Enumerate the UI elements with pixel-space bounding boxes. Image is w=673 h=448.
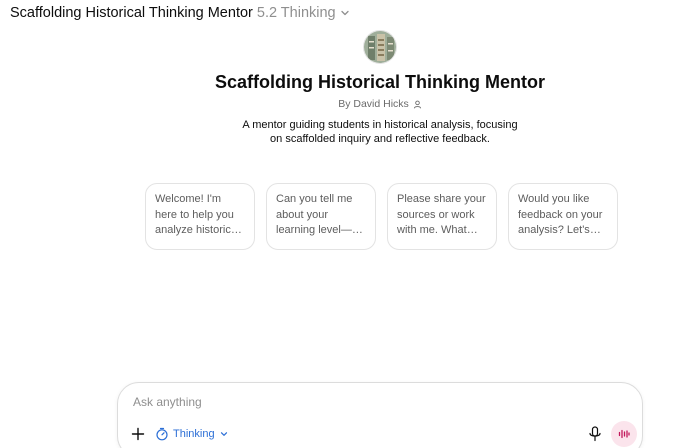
starter-text: Welcome! I'm here to help you analyze hi… bbox=[155, 193, 240, 236]
app-title: Scaffolding Historical Thinking Mentor bbox=[10, 5, 253, 21]
gpt-title: Scaffolding Historical Thinking Mentor bbox=[214, 72, 545, 92]
conversation-starters: Welcome! I'm here to help you analyze hi… bbox=[145, 183, 618, 250]
plus-icon[interactable] bbox=[130, 426, 146, 442]
message-input[interactable] bbox=[133, 395, 573, 409]
voice-waveform-icon bbox=[618, 429, 630, 439]
starter-card[interactable]: Would you like feedback on your analysis… bbox=[508, 183, 618, 250]
starter-card[interactable]: Please share your sources or work with m… bbox=[387, 183, 497, 250]
starter-text: Would you like feedback on your analysis… bbox=[518, 193, 603, 236]
chevron-down-icon bbox=[340, 10, 349, 16]
starter-card[interactable]: Welcome! I'm here to help you analyze hi… bbox=[145, 183, 255, 250]
composer: Thinking bbox=[117, 382, 643, 448]
timer-icon bbox=[156, 427, 168, 441]
author-label: By David Hicks bbox=[338, 98, 409, 110]
thinking-mode-label: Thinking bbox=[173, 428, 215, 440]
thinking-mode-button[interactable]: Thinking bbox=[155, 425, 229, 443]
voice-mode-button[interactable] bbox=[611, 421, 637, 447]
person-icon bbox=[413, 100, 421, 108]
chevron-down-icon bbox=[220, 432, 227, 436]
starter-text: Please share your sources or work with m… bbox=[397, 193, 486, 236]
gpt-author: By David Hicks bbox=[0, 98, 673, 110]
starter-card[interactable]: Can you tell me about your learning leve… bbox=[266, 183, 376, 250]
starter-text: Can you tell me about your learning leve… bbox=[276, 193, 353, 236]
gpt-avatar bbox=[363, 30, 397, 64]
model-switcher[interactable]: Scaffolding Historical Thinking Mentor 5… bbox=[10, 4, 351, 22]
microphone-icon[interactable] bbox=[588, 426, 602, 442]
gpt-avatar-image bbox=[364, 31, 396, 63]
gpt-description: A mentor guiding students in historical … bbox=[242, 119, 518, 145]
model-name: 5.2 Thinking bbox=[256, 5, 336, 21]
